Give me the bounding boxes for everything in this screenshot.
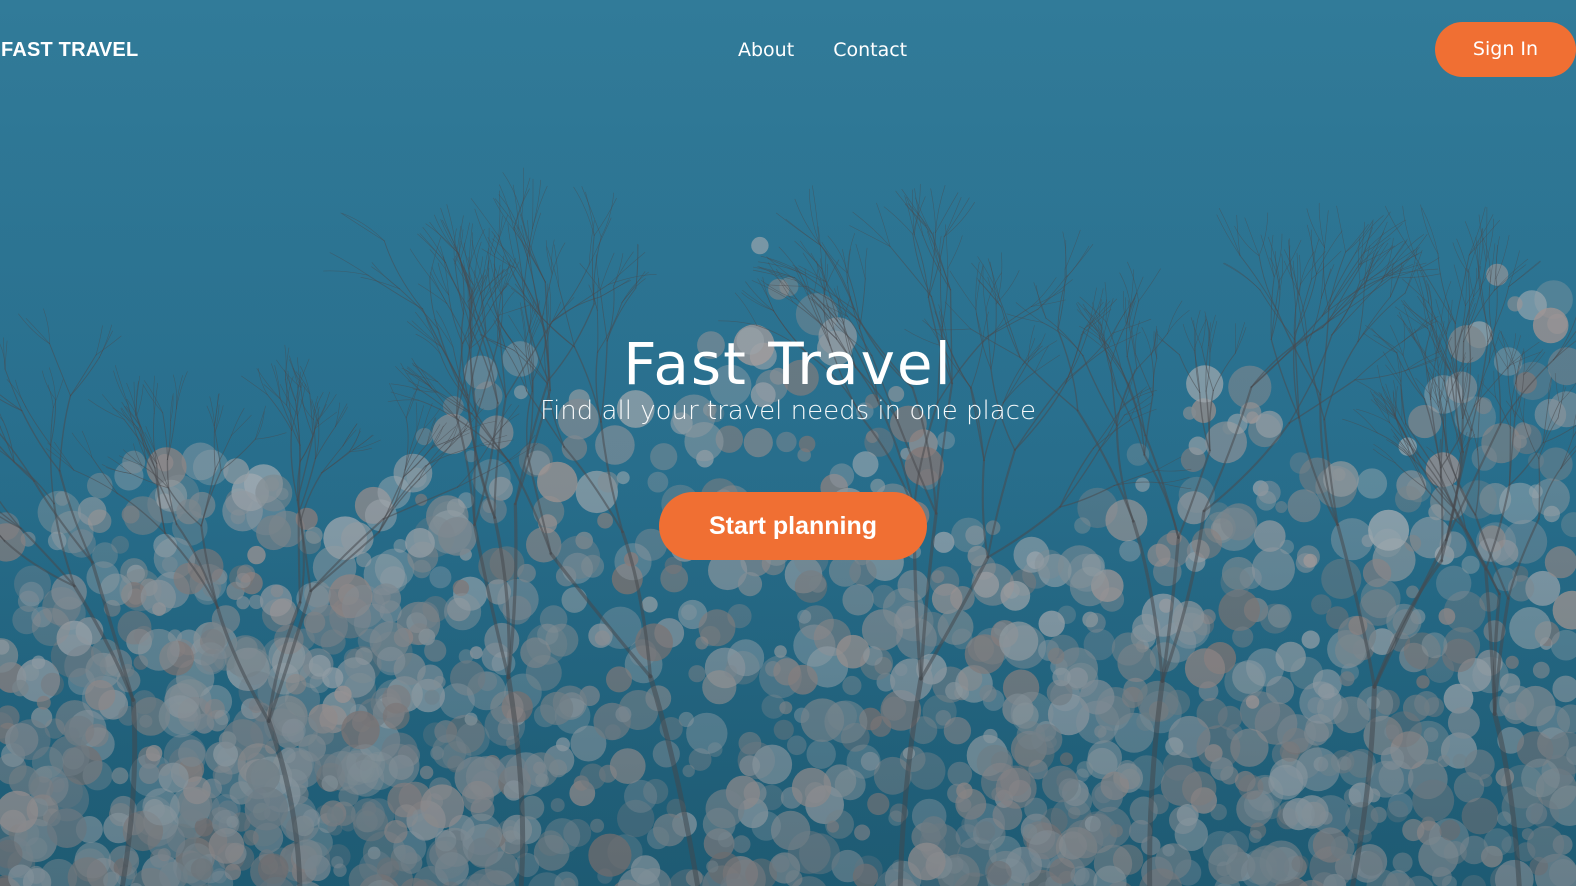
hero-subtitle: Find all your travel needs in one place [540, 396, 1036, 426]
top-navbar: FAST TRAVEL About Contact Sign In [0, 0, 1576, 102]
sign-in-button[interactable]: Sign In [1435, 22, 1576, 77]
hero-background-image [0, 0, 1576, 886]
nav-links: About Contact [738, 38, 907, 62]
nav-link-about[interactable]: About [738, 38, 794, 62]
nav-link-contact[interactable]: Contact [833, 38, 907, 62]
brand-logo[interactable]: FAST TRAVEL [1, 38, 138, 62]
start-planning-button[interactable]: Start planning [659, 492, 927, 560]
hero-section: Fast Travel Find all your travel needs i… [0, 320, 1576, 430]
